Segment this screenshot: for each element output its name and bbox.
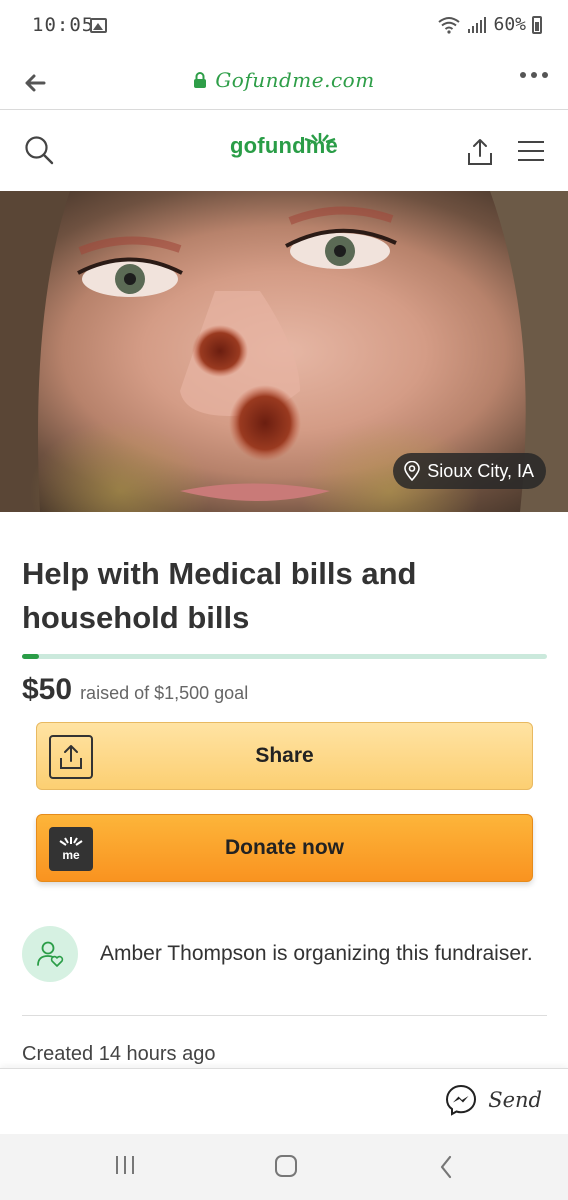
organizer-row[interactable]: Amber Thompson is organizing this fundra… [22, 926, 547, 982]
home-icon[interactable] [275, 1155, 297, 1177]
messenger-icon [446, 1084, 477, 1116]
location-pin-icon [404, 461, 421, 481]
user-heart-icon [37, 941, 64, 967]
status-right: 60% [437, 14, 542, 35]
lock-icon [194, 71, 207, 88]
logo-sprout-icon [304, 133, 336, 143]
donate-button-label: Donate now [225, 836, 344, 859]
address-bar[interactable]: Gofundme.com [0, 68, 568, 92]
share-button-icon-box [49, 735, 93, 779]
campaign-title: Help with Medical bills and household bi… [22, 556, 417, 635]
send-bar: Send [0, 1068, 568, 1134]
signal-icon [468, 16, 487, 33]
url-text: Gofundme.com [215, 68, 375, 92]
share-button[interactable]: Share [36, 722, 533, 790]
raised-summary: $50 raised of $1,500 goal [22, 673, 248, 707]
campaign-photo: Sioux City, IA [0, 191, 568, 512]
browser-bar: Gofundme.com [0, 56, 568, 110]
system-nav-bar [0, 1134, 568, 1200]
gallery-notification-icon [90, 18, 107, 33]
location-text: Sioux City, IA [427, 460, 534, 481]
recents-icon[interactable] [116, 1156, 134, 1174]
organizer-text: Amber Thompson is organizing this fundra… [100, 942, 533, 965]
share-button-label: Share [255, 744, 314, 767]
share-icon[interactable] [466, 137, 494, 167]
share-icon [60, 745, 82, 769]
nav-back-icon[interactable] [438, 1154, 454, 1180]
organizer-avatar [22, 926, 78, 982]
wifi-icon [438, 16, 461, 34]
status-time: 10:05 [32, 14, 95, 36]
site-header: gofundme [0, 111, 568, 191]
donate-button[interactable]: me Donate now [36, 814, 533, 882]
battery-percent: 60% [493, 14, 526, 35]
menu-icon[interactable] [518, 141, 544, 168]
progress-fill [22, 654, 40, 659]
progress-bar [22, 654, 547, 659]
more-options-icon[interactable] [520, 72, 548, 78]
me-sprout-icon: me [59, 837, 83, 862]
battery-icon [532, 15, 542, 34]
me-icon-text: me [62, 848, 80, 862]
created-time: Created 14 hours ago [22, 1043, 216, 1065]
raised-goal: raised of $1,500 goal [80, 683, 249, 703]
send-label: Send [488, 1088, 542, 1112]
gofundme-me-icon: me [49, 827, 93, 871]
messenger-send-button[interactable]: Send [444, 1083, 542, 1117]
divider [22, 1015, 547, 1016]
location-badge: Sioux City, IA [393, 453, 546, 489]
raised-amount: $50 [22, 673, 73, 706]
status-bar: 10:05 60% [0, 0, 568, 56]
